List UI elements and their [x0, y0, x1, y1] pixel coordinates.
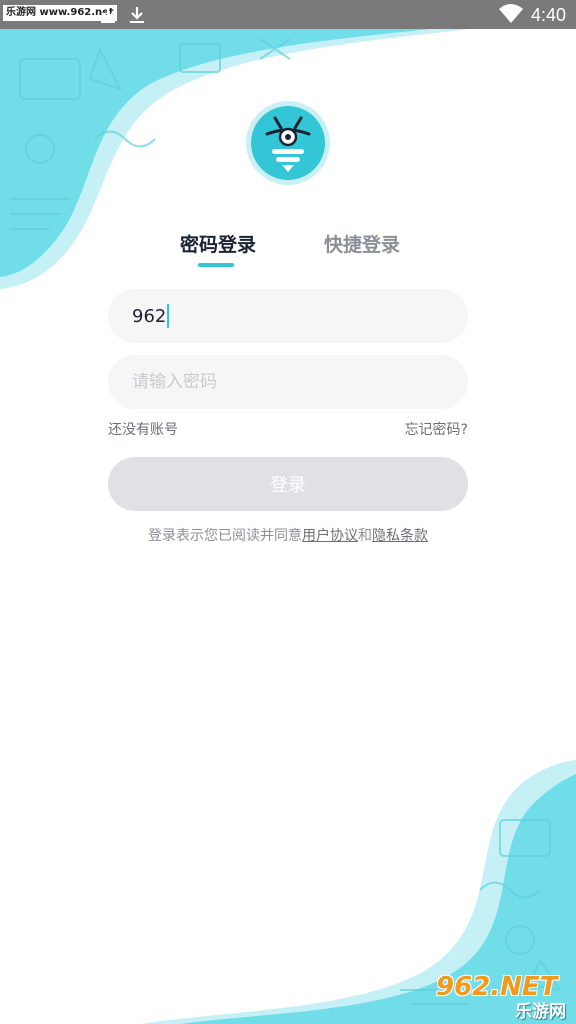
- agreement-prefix: 登录表示您已阅读并同意: [148, 528, 302, 544]
- login-button[interactable]: 登录: [108, 457, 468, 511]
- active-tab-indicator: [198, 263, 234, 267]
- text-cursor: [167, 304, 170, 328]
- tab-quick-login[interactable]: 快捷登录: [324, 230, 400, 260]
- register-link[interactable]: 还没有账号: [108, 420, 178, 440]
- download-icon: [130, 7, 144, 23]
- privacy-policy-link[interactable]: 隐私条款: [372, 528, 428, 544]
- wifi-icon: [499, 4, 523, 23]
- status-time: 4:40: [530, 5, 566, 25]
- agreement-text: 登录表示您已阅读并同意用户协议和隐私条款: [0, 526, 576, 546]
- account-input-value: 962: [132, 305, 167, 327]
- password-input[interactable]: [132, 372, 444, 392]
- account-input[interactable]: 962: [108, 289, 468, 343]
- forgot-password-link[interactable]: 忘记密码?: [405, 420, 468, 440]
- download-icon: [101, 7, 115, 23]
- user-agreement-link[interactable]: 用户协议: [302, 528, 358, 544]
- password-field[interactable]: [108, 355, 468, 409]
- tab-password-login[interactable]: 密码登录: [180, 230, 256, 260]
- agreement-and: 和: [358, 528, 372, 544]
- bee-logo-icon: [246, 101, 330, 185]
- site-watermark-bottom: 乐游网: [515, 1002, 566, 1022]
- status-bar: 乐游网 www.962.net 4:40: [0, 0, 576, 29]
- notification-icon: [74, 18, 88, 20]
- site-watermark-logo: 962.NET 乐游网: [436, 972, 570, 1022]
